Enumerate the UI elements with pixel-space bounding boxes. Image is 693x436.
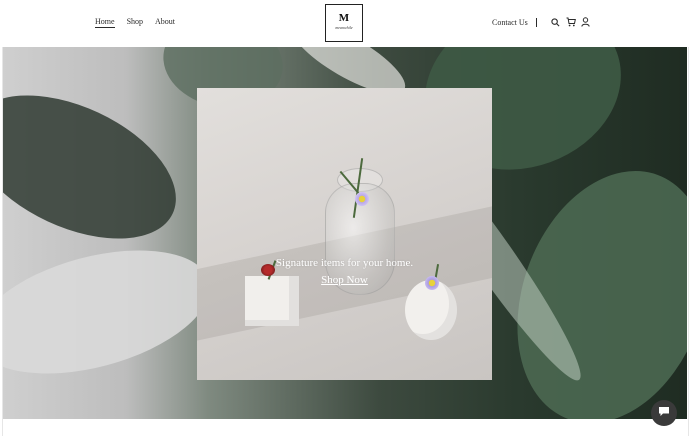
nav-about-link[interactable]: About [155, 17, 175, 28]
background-leaf [3, 227, 224, 397]
nav-contact-link[interactable]: Contact Us [492, 18, 528, 27]
nav-home-link[interactable]: Home [95, 17, 115, 28]
main-nav: Home Shop About [95, 17, 175, 28]
utility-nav: Contact Us [492, 17, 591, 27]
shop-now-link[interactable]: Shop Now [321, 274, 368, 286]
user-icon[interactable] [581, 17, 591, 27]
hero-tagline: Signature items for your home. [275, 257, 414, 269]
chat-button[interactable] [651, 400, 677, 426]
nav-divider [535, 17, 537, 27]
hero-banner: Signature items for your home. Shop Now [3, 47, 687, 419]
logo-wordmark: meanwhile [335, 25, 353, 30]
page-footer-strip [3, 419, 687, 436]
site-logo[interactable]: M meanwhile [325, 4, 363, 42]
logo-letter: M [338, 12, 350, 24]
cart-icon[interactable] [566, 17, 576, 27]
search-icon[interactable] [551, 17, 561, 27]
aster-flower [355, 192, 369, 206]
nav-shop-link[interactable]: Shop [127, 17, 143, 28]
hero-product-photo: Signature items for your home. Shop Now [197, 88, 492, 380]
chat-icon [658, 404, 670, 422]
site-header: Home Shop About M meanwhile Contact Us [0, 0, 693, 47]
background-leaf [3, 66, 199, 268]
hero-text-block: Signature items for your home. Shop Now [197, 257, 492, 288]
